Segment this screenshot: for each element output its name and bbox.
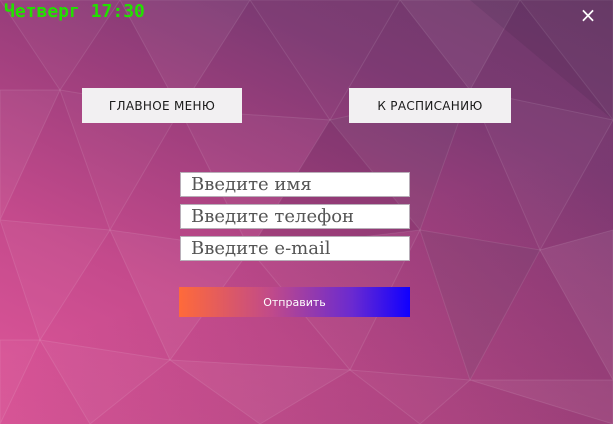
schedule-button[interactable]: К РАСПИСАНИЮ	[349, 88, 511, 123]
main-menu-button[interactable]: ГЛАВНОЕ МЕНЮ	[82, 88, 242, 123]
submit-button[interactable]: Отправить	[179, 287, 410, 317]
email-input[interactable]	[180, 236, 410, 261]
clock-label: Четверг 17:30	[4, 1, 145, 22]
phone-input[interactable]	[180, 204, 410, 229]
name-input[interactable]	[180, 172, 410, 197]
close-icon[interactable]: ×	[579, 5, 597, 25]
